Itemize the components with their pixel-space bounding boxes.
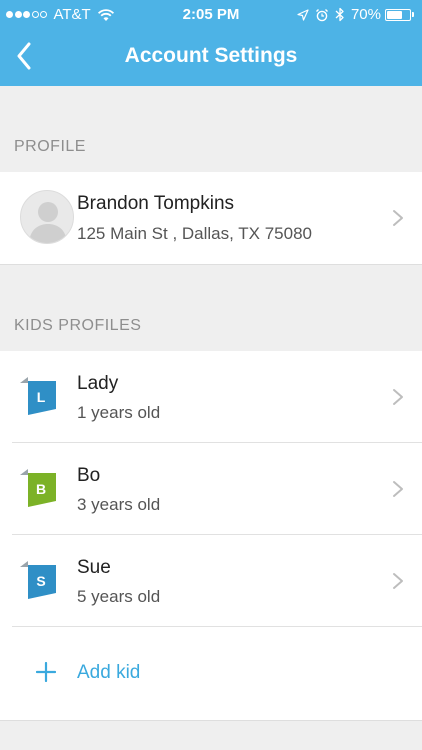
- section-divider: [0, 264, 422, 265]
- chevron-right-icon: [393, 210, 403, 226]
- battery-percent: 70%: [350, 6, 381, 23]
- profile-address: 125 Main St , Dallas, TX 75080: [77, 224, 312, 243]
- kid-row-sue[interactable]: S Sue 5 years old: [0, 535, 422, 627]
- battery-icon: [385, 8, 411, 21]
- kid-age: 1 years old: [77, 403, 161, 422]
- kid-initial: S: [36, 573, 45, 589]
- kid-age: 3 years old: [77, 495, 161, 514]
- battery-fill: [387, 10, 402, 19]
- nav-header: AT&T 2:05 PM 70% Account Settings: [0, 0, 422, 86]
- kid-row-bo[interactable]: B Bo 3 years old: [0, 443, 422, 535]
- chevron-right-icon: [393, 573, 403, 589]
- location-icon: [297, 8, 309, 21]
- status-right: 70%: [291, 6, 414, 23]
- avatar: [20, 190, 74, 244]
- chevron-right-icon: [393, 481, 403, 497]
- profile-row[interactable]: Brandon Tompkins 125 Main St , Dallas, T…: [0, 172, 422, 264]
- kid-initial: B: [36, 481, 46, 497]
- section-divider: [0, 720, 422, 721]
- kid-name: Sue: [77, 557, 111, 578]
- kid-name: Lady: [77, 373, 119, 394]
- profile-name: Brandon Tompkins: [77, 193, 235, 214]
- profile-card: Brandon Tompkins 125 Main St , Dallas, T…: [0, 172, 422, 264]
- kid-initial-badge-icon: L: [20, 377, 56, 415]
- status-bar: AT&T 2:05 PM 70%: [0, 0, 422, 30]
- plus-icon: [36, 662, 56, 682]
- kid-initial: L: [37, 389, 46, 405]
- kid-age: 5 years old: [77, 587, 161, 606]
- kid-name: Bo: [77, 465, 101, 486]
- page-title: Account Settings: [124, 44, 298, 67]
- kids-section-header: KIDS PROFILES: [14, 317, 142, 334]
- battery-nub: [412, 12, 414, 17]
- profile-section-header: PROFILE: [14, 138, 86, 155]
- add-kid-label: Add kid: [77, 662, 141, 683]
- alarm-icon: [315, 8, 328, 21]
- bluetooth-icon: [335, 7, 344, 22]
- kid-initial-badge-icon: B: [20, 469, 56, 507]
- user-placeholder-icon: [29, 202, 67, 243]
- kid-initial-badge-icon: S: [20, 561, 56, 599]
- kid-row-lady[interactable]: L Lady 1 years old: [0, 351, 422, 443]
- chevron-right-icon: [393, 389, 403, 405]
- add-kid-button[interactable]: Add kid: [0, 627, 422, 719]
- kids-card: L Lady 1 years old B Bo 3 years old S Su…: [0, 351, 422, 720]
